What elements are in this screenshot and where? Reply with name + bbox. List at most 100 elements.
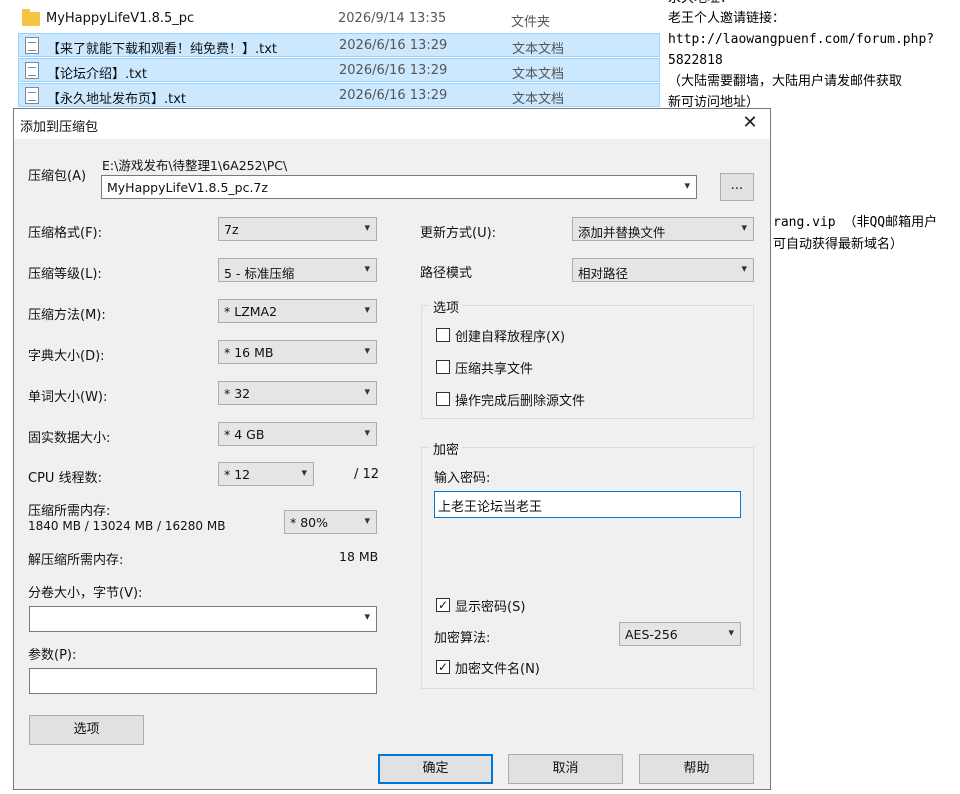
options-button[interactable]: 选项	[29, 715, 144, 745]
word-size-label: 单词大小(W):	[28, 390, 108, 405]
sfx-label: 创建自释放程序(X)	[455, 330, 566, 345]
sfx-checkbox[interactable]	[436, 328, 450, 342]
help-button[interactable]: 帮助	[639, 754, 754, 784]
file-type: 文本文档	[512, 42, 565, 57]
file-date: 2026/6/16 13:29	[339, 88, 448, 103]
file-row-address[interactable]: 【永久地址发布页】.txt 2026/6/16 13:29 文本文档	[18, 83, 660, 107]
shared-files-checkbox[interactable]	[436, 360, 450, 374]
cpu-threads-label: CPU 线程数:	[28, 471, 102, 486]
delete-after-checkbox[interactable]	[436, 392, 450, 406]
memory-usage-select[interactable]: * 80% ▾	[284, 510, 377, 534]
file-row-folder[interactable]: MyHappyLifeV1.8.5_pc 2026/9/14 13:35 文件夹	[18, 7, 660, 31]
dictionary-select[interactable]: * 16 MB ▾	[218, 340, 377, 364]
cpu-threads-value: * 12	[224, 467, 251, 482]
encrypt-names-checkbox[interactable]: ✓	[436, 660, 450, 674]
text-file-icon	[25, 37, 39, 54]
options-group-title: 选项	[430, 297, 463, 316]
method-select[interactable]: * LZMA2 ▾	[218, 299, 377, 323]
chevron-down-icon: ▾	[728, 626, 734, 639]
parameters-label: 参数(P):	[28, 648, 77, 663]
shared-files-label: 压缩共享文件	[455, 362, 534, 377]
notes-line: （大陆需要翻墙，大陆用户请发邮件获取	[668, 74, 903, 89]
file-date: 2026/6/16 13:29	[339, 38, 448, 53]
folder-icon	[22, 9, 40, 26]
encryption-group: 加密 输入密码: 上老王论坛当老王 ✓ 显示密码(S) 加密算法: AES-25…	[421, 439, 754, 689]
chevron-down-icon: ▾	[364, 303, 370, 316]
title-bar[interactable]: 添加到压缩包 ✕	[14, 109, 770, 139]
encryption-method-label: 加密算法:	[434, 631, 491, 646]
update-mode-value: 添加并替换文件	[578, 225, 666, 240]
chevron-down-icon: ▾	[364, 221, 370, 234]
solid-size-select[interactable]: * 4 GB ▾	[218, 422, 377, 446]
file-date: 2026/6/16 13:29	[339, 63, 448, 78]
memory-detail: 1840 MB / 13024 MB / 16280 MB	[28, 519, 226, 533]
add-to-archive-dialog: 添加到压缩包 ✕ 压缩包(A) E:\游戏发布\待整理1\6A252\PC\ M…	[13, 108, 771, 790]
notes-line: 5822818	[668, 53, 723, 68]
options-group: 选项 创建自释放程序(X) 压缩共享文件 操作完成后删除源文件	[421, 297, 754, 419]
file-row-forum[interactable]: 【论坛介绍】.txt 2026/6/16 13:29 文本文档	[18, 58, 660, 82]
cancel-button[interactable]: 取消	[508, 754, 623, 784]
dictionary-label: 字典大小(D):	[28, 349, 105, 364]
archive-label: 压缩包(A)	[28, 169, 87, 184]
dialog-title: 添加到压缩包	[20, 120, 99, 135]
path-mode-select[interactable]: 相对路径 ▾	[572, 258, 754, 282]
show-password-checkbox[interactable]: ✓	[436, 598, 450, 612]
path-mode-value: 相对路径	[578, 266, 629, 281]
level-select[interactable]: 5 - 标准压缩 ▾	[218, 258, 377, 282]
word-size-value: * 32	[224, 386, 251, 401]
level-label: 压缩等级(L):	[28, 267, 102, 282]
cpu-threads-max: / 12	[354, 467, 380, 482]
password-value: 上老王论坛当老王	[438, 500, 543, 515]
level-value: 5 - 标准压缩	[224, 266, 295, 281]
chevron-down-icon: ▾	[364, 426, 370, 439]
split-size-combo[interactable]: ▾	[29, 606, 377, 632]
path-mode-label: 路径模式	[420, 266, 473, 281]
file-date: 2026/9/14 13:35	[338, 11, 447, 26]
dictionary-value: * 16 MB	[224, 345, 274, 360]
browse-button[interactable]: ...	[720, 173, 754, 201]
format-value: 7z	[224, 222, 239, 237]
cpu-threads-select[interactable]: * 12 ▾	[218, 462, 314, 486]
text-file-icon	[25, 87, 39, 104]
encryption-group-title: 加密	[430, 439, 463, 458]
solid-size-value: * 4 GB	[224, 427, 265, 442]
chevron-down-icon: ▾	[684, 179, 690, 192]
text-file-icon	[25, 62, 39, 79]
close-icon[interactable]: ✕	[738, 111, 762, 135]
chevron-down-icon: ▾	[741, 262, 747, 275]
decompress-memory-label: 解压缩所需内存:	[28, 553, 124, 568]
split-size-label: 分卷大小，字节(V):	[28, 586, 143, 601]
chevron-down-icon: ▾	[364, 262, 370, 275]
format-select[interactable]: 7z ▾	[218, 217, 377, 241]
parameters-input[interactable]	[29, 668, 377, 694]
password-label: 输入密码:	[434, 471, 491, 486]
file-name: 【来了就能下载和观看！纯免费！】.txt	[47, 42, 278, 57]
password-input[interactable]: 上老王论坛当老王	[434, 491, 741, 518]
solid-size-label: 固实数据大小:	[28, 431, 111, 446]
decompress-memory-value: 18 MB	[339, 549, 379, 564]
chevron-down-icon: ▾	[364, 344, 370, 357]
archive-name-value: MyHappyLifeV1.8.5_pc.7z	[107, 180, 268, 195]
memory-usage-value: * 80%	[290, 515, 329, 530]
file-row-free[interactable]: 【来了就能下载和观看！纯免费！】.txt 2026/6/16 13:29 文本文…	[18, 33, 660, 57]
format-label: 压缩格式(F):	[28, 226, 103, 241]
word-size-select[interactable]: * 32 ▾	[218, 381, 377, 405]
file-type: 文件夹	[511, 15, 551, 30]
archive-name-combo[interactable]: MyHappyLifeV1.8.5_pc.7z ▾	[101, 175, 697, 199]
chevron-down-icon: ▾	[364, 385, 370, 398]
notes-line: rang.vip （非QQ邮箱用户	[773, 215, 938, 230]
file-name: 【论坛介绍】.txt	[47, 67, 148, 82]
encrypt-names-label: 加密文件名(N)	[455, 662, 540, 677]
archive-path: E:\游戏发布\待整理1\6A252\PC\	[102, 158, 288, 173]
notes-line: http://laowangpuenf.com/forum.php?	[668, 32, 935, 47]
chevron-down-icon: ▾	[364, 610, 370, 623]
notes-line: 老王个人邀请链接：	[668, 11, 786, 26]
ok-button[interactable]: 确定	[378, 754, 493, 784]
file-type: 文本文档	[512, 67, 565, 82]
file-type: 文本文档	[512, 92, 565, 107]
update-mode-label: 更新方式(U):	[420, 226, 497, 241]
encryption-method-select[interactable]: AES-256 ▾	[619, 622, 741, 646]
update-mode-select[interactable]: 添加并替换文件 ▾	[572, 217, 754, 241]
notes-line: 可自动获得最新域名）	[773, 237, 904, 252]
show-password-label: 显示密码(S)	[455, 600, 526, 615]
